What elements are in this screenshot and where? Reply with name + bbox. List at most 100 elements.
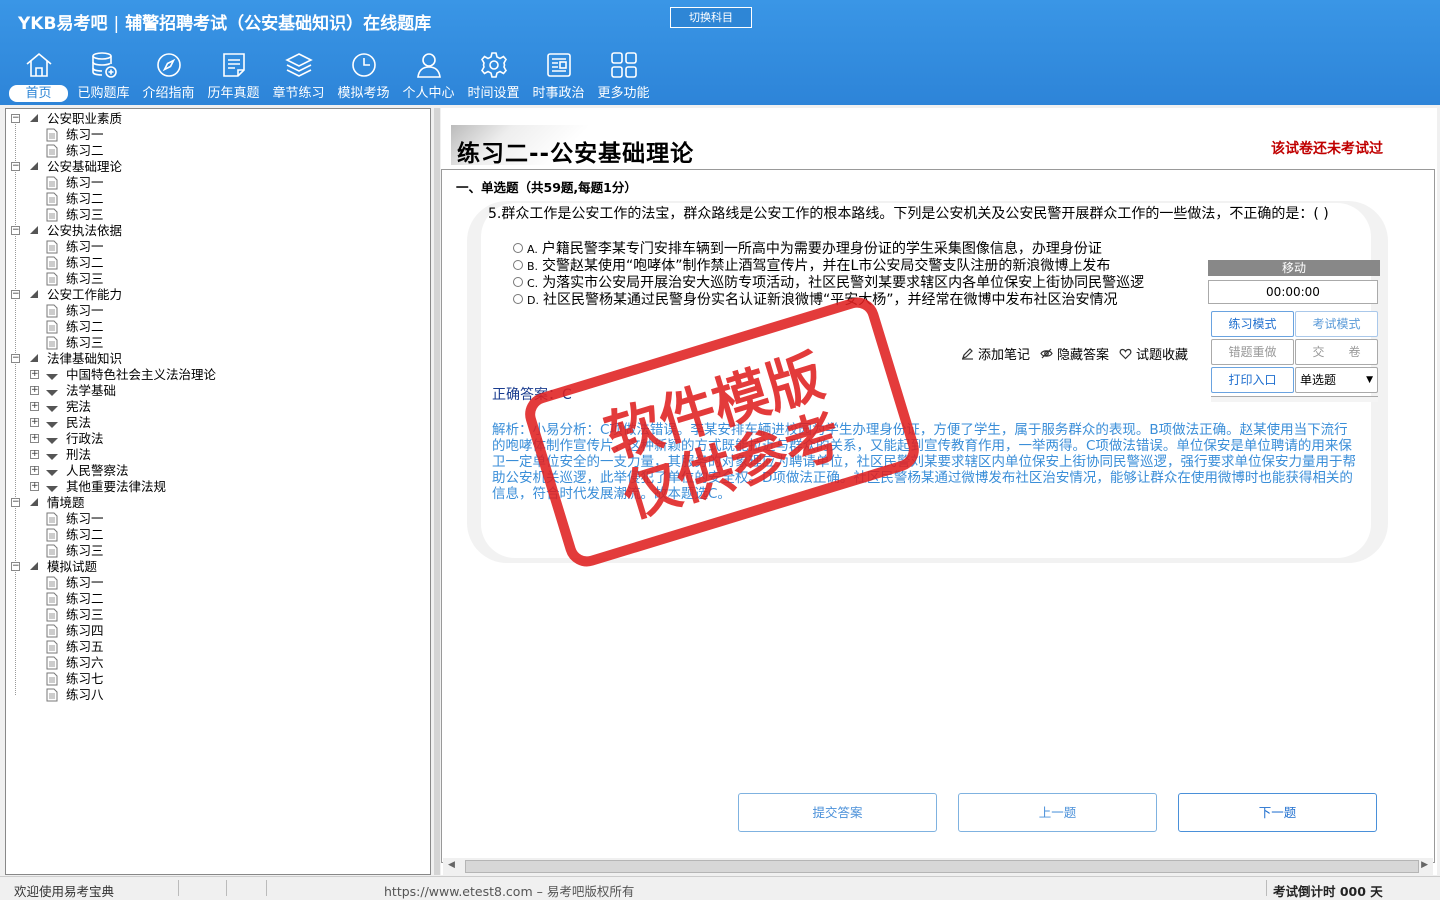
tree-item[interactable]: 练习一 xyxy=(6,175,426,191)
option-c[interactable]: C. 为落实市公安局开展治安大巡防专项活动，社区民警刘某要求辖区内各单位保安上街协… xyxy=(513,275,1144,292)
tree-item[interactable]: 练习三 xyxy=(6,271,426,287)
tree-subgroup[interactable]: + 法学基础 xyxy=(6,383,426,399)
move-handle[interactable]: 移动 xyxy=(1208,260,1380,276)
tree-item[interactable]: 练习二 xyxy=(6,319,426,335)
previous-question-button[interactable]: 上一题 xyxy=(958,793,1157,832)
nav-past-papers[interactable]: 历年真题 xyxy=(201,46,266,102)
submit-answer-button[interactable]: 提交答案 xyxy=(738,793,937,832)
collapse-toggle[interactable]: − xyxy=(11,226,20,235)
nav-personal-center[interactable]: 个人中心 xyxy=(396,46,461,102)
radio-button[interactable] xyxy=(513,277,523,287)
tree-item[interactable]: 练习三 xyxy=(6,207,426,223)
tree-item[interactable]: 练习二 xyxy=(6,591,426,607)
tree-item[interactable]: 练习一 xyxy=(6,303,426,319)
redo-wrong-button[interactable]: 错题重做 xyxy=(1211,339,1294,365)
horizontal-scrollbar[interactable]: ◀ ▶ xyxy=(443,858,1433,875)
pane-splitter[interactable] xyxy=(434,108,440,875)
practice-mode-button[interactable]: 练习模式 xyxy=(1211,311,1294,337)
collapse-toggle[interactable]: − xyxy=(11,290,20,299)
tree-item[interactable]: 练习二 xyxy=(6,143,426,159)
collapse-toggle[interactable]: − xyxy=(11,114,20,123)
tree-item[interactable]: 练习一 xyxy=(6,511,426,527)
expand-toggle[interactable]: + xyxy=(30,466,39,475)
nav-time-settings[interactable]: 时间设置 xyxy=(461,46,526,102)
tree-item[interactable]: 练习五 xyxy=(6,639,426,655)
collapse-toggle[interactable]: − xyxy=(11,162,20,171)
tree-subgroup[interactable]: + 其他重要法律法规 xyxy=(6,479,426,495)
nav-mock-exam[interactable]: 模拟考场 xyxy=(331,46,396,102)
radio-button[interactable] xyxy=(513,243,523,253)
question-type-select[interactable]: 单选题 ▼ xyxy=(1295,367,1378,393)
collapse-toggle[interactable]: − xyxy=(11,562,20,571)
nav-guide[interactable]: 介绍指南 xyxy=(136,46,201,102)
radio-button[interactable] xyxy=(513,260,523,270)
option-d[interactable]: D. 社区民警杨某通过民警身份实名认证新浪微博“平安大杨”，并经常在微博中发布社区… xyxy=(513,292,1117,309)
tree-group-label: 模拟试题 xyxy=(47,559,98,574)
list-doc-icon xyxy=(223,53,245,77)
scroll-left-icon[interactable]: ◀ xyxy=(448,860,455,870)
tree-item[interactable]: 练习一 xyxy=(6,239,426,255)
expand-toggle[interactable]: + xyxy=(30,418,39,427)
tree-subgroup[interactable]: + 民法 xyxy=(6,415,426,431)
nav-label: 首页 xyxy=(9,85,68,102)
hide-answer-button[interactable]: 隐藏答案 xyxy=(1040,344,1109,363)
tree-item[interactable]: 练习四 xyxy=(6,623,426,639)
tree-subgroup[interactable]: + 人民警察法 xyxy=(6,463,426,479)
tree-item-label: 练习一 xyxy=(66,575,104,590)
tree-item[interactable]: 练习二 xyxy=(6,527,426,543)
tree-item[interactable]: 练习六 xyxy=(6,655,426,671)
radio-button[interactable] xyxy=(513,294,523,304)
tree-subgroup[interactable]: + 行政法 xyxy=(6,431,426,447)
tree-item[interactable]: 练习一 xyxy=(6,575,426,591)
status-url: https://www.etest8.com – 易考吧版权所有 xyxy=(384,884,635,899)
exam-mode-button[interactable]: 考试模式 xyxy=(1295,311,1378,337)
tree-group[interactable]: − 法律基础知识 xyxy=(6,351,426,367)
submit-paper-button[interactable]: 交 卷 xyxy=(1295,339,1378,365)
folder-arrow-icon xyxy=(30,290,38,298)
collapse-toggle[interactable]: − xyxy=(11,498,20,507)
tree-group[interactable]: − 公安工作能力 xyxy=(6,287,426,303)
tree-item[interactable]: 练习二 xyxy=(6,255,426,271)
add-note-button[interactable]: 添加笔记 xyxy=(961,344,1030,363)
tree-group[interactable]: − 公安执法依据 xyxy=(6,223,426,239)
tree-group[interactable]: − 模拟试题 xyxy=(6,559,426,575)
tree-item[interactable]: 练习七 xyxy=(6,671,426,687)
tree-subgroup[interactable]: + 中国特色社会主义法治理论 xyxy=(6,367,426,383)
next-question-button[interactable]: 下一题 xyxy=(1178,793,1377,832)
nav-purchased[interactable]: 已购题库 xyxy=(71,46,136,102)
tree-subgroup[interactable]: + 宪法 xyxy=(6,399,426,415)
expand-toggle[interactable]: + xyxy=(30,482,39,491)
option-a[interactable]: A. 户籍民警李某专门安排车辆到一所高中为需要办理身份证的学生采集图像信息，办理身… xyxy=(513,241,1102,258)
nav-chapter-practice[interactable]: 章节练习 xyxy=(266,46,331,102)
option-key: B. xyxy=(527,260,539,273)
tree-item[interactable]: 练习三 xyxy=(6,607,426,623)
tree-item[interactable]: 练习三 xyxy=(6,543,426,559)
nav-more[interactable]: 更多功能 xyxy=(591,46,656,102)
nav-home[interactable]: 首页 xyxy=(6,46,71,102)
tree-group[interactable]: − 公安基础理论 xyxy=(6,159,426,175)
option-b[interactable]: B. 交警赵某使用“咆哮体”制作禁止酒驾宣传片，并在L市公安局交警支队注册的新浪微… xyxy=(513,258,1110,275)
scrollbar-thumb[interactable] xyxy=(465,860,1419,873)
expand-toggle[interactable]: + xyxy=(30,386,39,395)
tree-subgroup[interactable]: + 刑法 xyxy=(6,447,426,463)
tree-item[interactable]: 练习八 xyxy=(6,687,426,703)
tree-item-label: 练习六 xyxy=(66,655,104,670)
switch-subject-button[interactable]: 切换科目 xyxy=(670,7,752,28)
tree-group[interactable]: − 公安职业素质 xyxy=(6,111,426,127)
tree-item[interactable]: 练习三 xyxy=(6,335,426,351)
tree-item[interactable]: 练习二 xyxy=(6,191,426,207)
nav-current-affairs[interactable]: 时事政治 xyxy=(526,46,591,102)
expand-toggle[interactable]: + xyxy=(30,450,39,459)
tree-group[interactable]: − 情境题 xyxy=(6,495,426,511)
option-key: D. xyxy=(527,294,539,307)
scroll-right-icon[interactable]: ▶ xyxy=(1421,860,1428,870)
tree-item[interactable]: 练习一 xyxy=(6,127,426,143)
expand-toggle[interactable]: + xyxy=(30,402,39,411)
print-button[interactable]: 打印入口 xyxy=(1211,367,1294,393)
expand-toggle[interactable]: + xyxy=(30,434,39,443)
expand-toggle[interactable]: + xyxy=(30,370,39,379)
tree-item-label: 练习二 xyxy=(66,319,104,334)
favorite-button[interactable]: 试题收藏 xyxy=(1119,344,1188,363)
tree-subgroup-label: 其他重要法律法规 xyxy=(66,479,167,494)
collapse-toggle[interactable]: − xyxy=(11,354,20,363)
